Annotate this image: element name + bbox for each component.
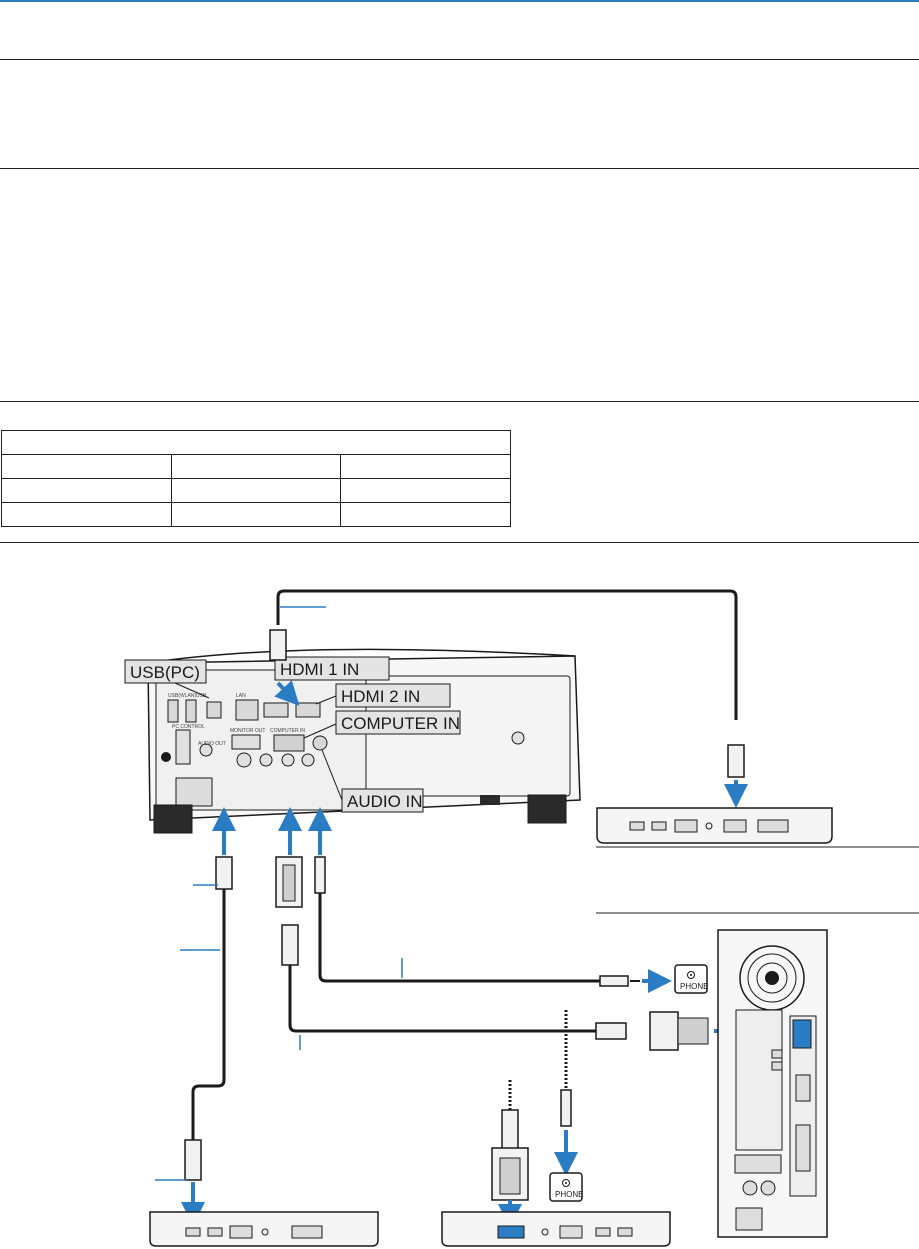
svg-text:AUDIO IN: AUDIO IN [347, 792, 423, 811]
svg-text:USB(WLAN): USB(WLAN) [168, 693, 196, 699]
svg-text:PHONE: PHONE [555, 1190, 583, 1199]
label-hdmi1-in: HDMI 1 IN [274, 656, 390, 681]
table-row [1, 454, 511, 479]
svg-text:COMPUTER IN: COMPUTER IN [270, 728, 305, 734]
phone-jack-desktop: PHONE [674, 964, 708, 994]
svg-text:COMPUTER IN: COMPUTER IN [341, 714, 460, 733]
secondary-cables: PHONE [491, 1010, 583, 1228]
vga-cable [275, 807, 793, 1051]
laptop-usb [149, 1211, 379, 1247]
connection-diagram: USB(WLAN) USB LAN PC CONTROL AUDIO OUT M… [124, 589, 919, 1247]
table-row [1, 478, 511, 503]
svg-text:USB(PC): USB(PC) [130, 663, 200, 682]
desktop-pc [717, 929, 828, 1238]
spec-table [1, 430, 511, 527]
label-hdmi2-in: HDMI 2 IN [315, 683, 451, 708]
header-rule [0, 0, 919, 2]
section-divider [0, 59, 919, 60]
svg-text:PC CONTROL: PC CONTROL [172, 724, 205, 730]
laptop-vga [441, 1211, 671, 1247]
svg-text:PHONE: PHONE [680, 982, 708, 991]
section-divider [0, 168, 919, 169]
svg-text:LAN: LAN [236, 693, 246, 699]
usb-cable [155, 807, 236, 1226]
svg-text:HDMI 1 IN: HDMI 1 IN [280, 660, 359, 679]
hdmi-plug [269, 629, 287, 661]
svg-text:HDMI 2 IN: HDMI 2 IN [341, 687, 420, 706]
section-divider [0, 542, 919, 543]
svg-text:AUDIO OUT: AUDIO OUT [198, 741, 226, 747]
svg-text:MONITOR OUT: MONITOR OUT [230, 728, 265, 734]
table-header-row [1, 430, 511, 455]
laptop-hdmi [596, 744, 833, 844]
table-row [1, 502, 511, 527]
section-divider [0, 401, 919, 402]
